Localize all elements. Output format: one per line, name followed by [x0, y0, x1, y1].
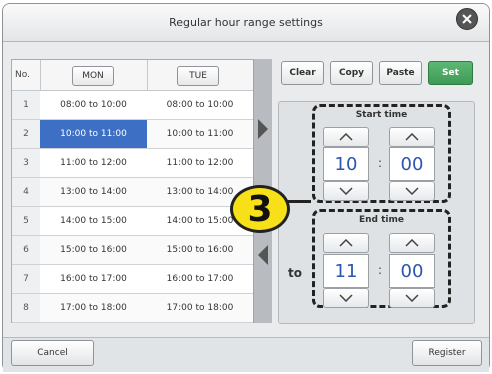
tue-cell[interactable]: 11:00 to 12:00 — [147, 149, 253, 177]
copy-button[interactable]: Copy — [330, 61, 373, 85]
row-number: 2 — [12, 120, 40, 148]
table-row[interactable]: 6 15:00 to 16:00 15:00 to 16:00 — [12, 236, 271, 265]
title-bar: Regular hour range settings — [3, 4, 489, 42]
column-divider — [40, 60, 41, 90]
end-time-label: End time — [359, 215, 404, 225]
set-button[interactable]: Set — [428, 61, 473, 85]
mon-cell[interactable]: 13:00 to 14:00 — [40, 178, 147, 206]
chevron-down-icon — [405, 294, 419, 302]
start-minute-down-button[interactable] — [389, 181, 435, 201]
start-minute-value[interactable]: 00 — [389, 147, 435, 181]
start-time-label: Start time — [355, 110, 408, 120]
mon-cell[interactable]: 15:00 to 16:00 — [40, 236, 147, 264]
mon-cell[interactable]: 08:00 to 10:00 — [40, 91, 147, 119]
table-row[interactable]: 2 10:00 to 11:00 10:00 to 11:00 — [12, 120, 271, 149]
tue-cell[interactable]: 16:00 to 17:00 — [147, 265, 253, 293]
row-number: 5 — [12, 207, 40, 235]
start-hour-value[interactable]: 10 — [323, 147, 369, 181]
arrow-left-icon[interactable] — [258, 245, 268, 265]
end-time-prefix: to — [288, 266, 302, 280]
end-hour-up-button[interactable] — [323, 233, 369, 253]
table-row[interactable]: 8 17:00 to 18:00 17:00 to 18:00 — [12, 294, 271, 323]
header-no: No. — [15, 70, 30, 80]
mon-cell[interactable]: 16:00 to 17:00 — [40, 265, 147, 293]
close-button[interactable] — [456, 8, 478, 30]
end-time-separator: : — [378, 263, 383, 277]
start-time-separator: : — [378, 156, 383, 170]
table-header: No. MON TUE — [12, 60, 271, 91]
register-button[interactable]: Register — [412, 340, 482, 366]
tue-cell[interactable]: 15:00 to 16:00 — [147, 236, 253, 264]
dialog-title: Regular hour range settings — [169, 16, 323, 29]
row-number: 7 — [12, 265, 40, 293]
arrow-right-icon[interactable] — [258, 119, 268, 139]
row-number: 4 — [12, 178, 40, 206]
tue-cell[interactable]: 17:00 to 18:00 — [147, 294, 253, 322]
paste-button[interactable]: Paste — [379, 61, 422, 85]
column-divider — [147, 60, 148, 90]
close-icon — [462, 14, 472, 24]
tue-cell[interactable]: 10:00 to 11:00 — [147, 120, 253, 148]
chevron-down-icon — [339, 294, 353, 302]
end-hour-down-button[interactable] — [323, 288, 369, 308]
table-row[interactable]: 1 08:00 to 10:00 08:00 to 10:00 — [12, 91, 271, 120]
start-hour-up-button[interactable] — [323, 127, 369, 147]
schedule-table: No. MON TUE 1 08:00 to 10:00 08:00 to 10… — [11, 59, 272, 323]
cancel-button[interactable]: Cancel — [11, 340, 94, 366]
annotation-leader-line — [286, 200, 311, 203]
end-hour-value[interactable]: 11 — [323, 254, 369, 288]
end-minute-down-button[interactable] — [389, 288, 435, 308]
table-row[interactable]: 3 11:00 to 12:00 11:00 to 12:00 — [12, 149, 271, 178]
chevron-up-icon — [339, 133, 353, 141]
chevron-down-icon — [339, 187, 353, 195]
annotation-badge: 3 — [230, 185, 290, 233]
row-number: 6 — [12, 236, 40, 264]
chevron-up-icon — [405, 239, 419, 247]
mon-cell[interactable]: 17:00 to 18:00 — [40, 294, 147, 322]
table-row[interactable]: 7 16:00 to 17:00 16:00 to 17:00 — [12, 265, 271, 294]
clear-button[interactable]: Clear — [281, 61, 324, 85]
chevron-up-icon — [339, 239, 353, 247]
tue-cell[interactable]: 08:00 to 10:00 — [147, 91, 253, 119]
row-number: 1 — [12, 91, 40, 119]
chevron-up-icon — [405, 133, 419, 141]
row-number: 3 — [12, 149, 40, 177]
row-number: 8 — [12, 294, 40, 322]
mon-cell[interactable]: 14:00 to 15:00 — [40, 207, 147, 235]
start-hour-down-button[interactable] — [323, 181, 369, 201]
mon-cell[interactable]: 11:00 to 12:00 — [40, 149, 147, 177]
start-minute-up-button[interactable] — [389, 127, 435, 147]
mon-cell-selected[interactable]: 10:00 to 11:00 — [40, 120, 147, 148]
end-minute-up-button[interactable] — [389, 233, 435, 253]
end-minute-value[interactable]: 00 — [389, 254, 435, 288]
day-tue-button[interactable]: TUE — [177, 66, 219, 86]
day-mon-button[interactable]: MON — [72, 66, 114, 86]
chevron-down-icon — [405, 187, 419, 195]
